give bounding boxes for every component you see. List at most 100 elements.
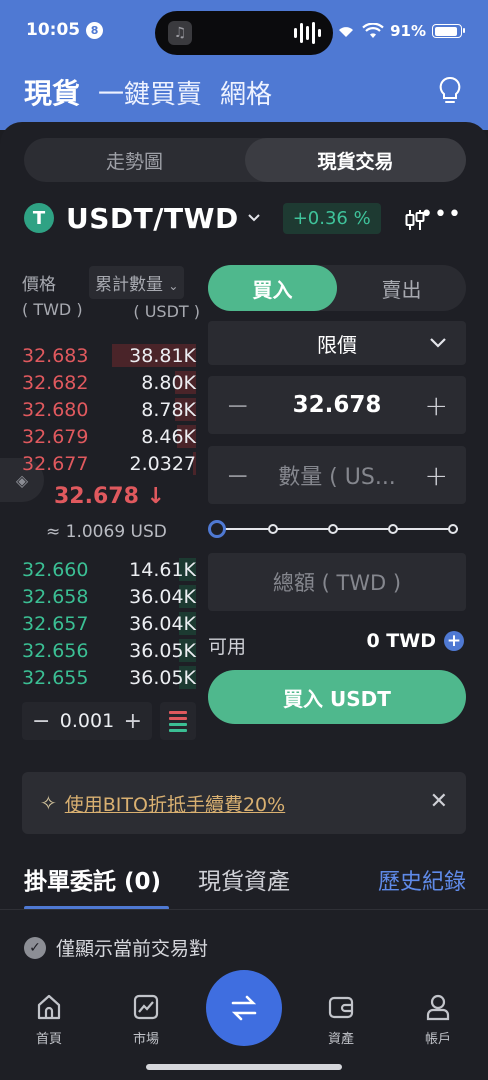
- pair-row: T USDT/TWD +0.36 % •••: [24, 200, 464, 236]
- last-price-usd: ≈ 1.0069 USD: [46, 522, 167, 542]
- swap-icon: [231, 995, 257, 1021]
- bid-row[interactable]: 32.657 36.04K: [22, 610, 196, 637]
- bottom-nav: 首頁 市場 資產 帳戶: [0, 970, 488, 1080]
- total-input[interactable]: 總額 ( TWD ): [208, 553, 466, 611]
- sell-tab[interactable]: 賣出: [337, 265, 466, 311]
- nav-account[interactable]: 帳戶: [408, 992, 468, 1047]
- order-type-select[interactable]: 限價: [208, 321, 466, 365]
- bid-price: 32.655: [22, 666, 89, 689]
- lightbulb-icon[interactable]: [438, 76, 462, 106]
- qty-col-unit: ( USDT ): [133, 302, 200, 321]
- promo-link[interactable]: 使用BITO折抵手續費20%: [65, 790, 285, 817]
- last-price: 32.678 ↓: [54, 484, 165, 509]
- slider-stop-50[interactable]: [328, 524, 338, 534]
- amount-slider[interactable]: [208, 520, 462, 538]
- bid-qty: 14.61K: [129, 558, 196, 581]
- available-label: 可用: [208, 636, 247, 658]
- tab-quick-trade[interactable]: 一鍵買賣: [98, 74, 202, 111]
- orders-tabs: 掛單委託 (0) 現貨資產 歷史紀錄: [24, 862, 466, 910]
- top-header: 10:05 8 ♫ 91% 現貨 一鍵買賣 網格: [0, 0, 488, 130]
- chevron-down-icon[interactable]: [247, 213, 261, 223]
- price-plus-button[interactable]: +: [425, 389, 448, 422]
- tab-spot-mode[interactable]: 現貨: [24, 72, 80, 112]
- tab-spot-trade[interactable]: 現貨交易: [245, 138, 466, 182]
- ask-row[interactable]: 32.677 2.0327: [22, 450, 196, 477]
- change-badge: +0.36 %: [282, 202, 381, 234]
- bid-row[interactable]: 32.655 36.05K: [22, 664, 196, 691]
- ask-price: 32.679: [22, 425, 89, 448]
- qty-placeholder[interactable]: 數量 ( US...: [278, 459, 396, 491]
- ask-row[interactable]: 32.680 8.78K: [22, 396, 196, 423]
- bid-price: 32.658: [22, 585, 89, 608]
- precision-minus-button[interactable]: −: [32, 709, 50, 734]
- qty-col-dropdown[interactable]: 累計數量 ⌄: [89, 266, 185, 299]
- tether-icon: T: [24, 203, 54, 233]
- nav-account-label: 帳戶: [424, 1032, 451, 1047]
- divider: [0, 909, 488, 910]
- status-indicators: 91%: [336, 22, 465, 40]
- bid-price: 32.660: [22, 558, 89, 581]
- main-panel: 走勢圖 現貨交易 T USDT/TWD +0.36 % ••• 價格 ( TWD…: [0, 122, 488, 1080]
- chevron-down-icon: [430, 338, 446, 348]
- deposit-plus-icon[interactable]: +: [444, 631, 464, 651]
- nav-market[interactable]: 市場: [116, 992, 176, 1047]
- sparkle-icon: ✧: [40, 791, 57, 815]
- dynamic-island: ♫: [155, 11, 333, 55]
- ask-price: 32.682: [22, 371, 89, 394]
- ask-qty: 8.78K: [141, 398, 196, 421]
- price-input[interactable]: − 32.678 +: [208, 376, 466, 434]
- ask-qty: 2.0327: [129, 452, 196, 475]
- tab-chart[interactable]: 走勢圖: [24, 138, 245, 182]
- qty-plus-button[interactable]: +: [425, 459, 448, 492]
- slider-stop-25[interactable]: [268, 524, 278, 534]
- bid-qty: 36.04K: [129, 585, 196, 608]
- ask-price: 32.683: [22, 344, 89, 367]
- price-value[interactable]: 32.678: [293, 392, 382, 418]
- slider-handle[interactable]: [208, 520, 226, 538]
- trade-fab[interactable]: [206, 970, 282, 1046]
- quantity-input[interactable]: − 數量 ( US... +: [208, 446, 466, 504]
- check-icon[interactable]: ✓: [24, 936, 46, 959]
- slider-stop-75[interactable]: [388, 524, 398, 534]
- view-segment: 走勢圖 現貨交易: [24, 138, 466, 182]
- only-current-label: 僅顯示當前交易對: [56, 938, 209, 960]
- signal-icon: [339, 27, 354, 37]
- bid-row[interactable]: 32.660 14.61K: [22, 556, 196, 583]
- pair-selector[interactable]: USDT/TWD: [66, 202, 239, 235]
- ask-row[interactable]: 32.679 8.46K: [22, 423, 196, 450]
- close-icon[interactable]: ✕: [430, 789, 448, 814]
- ask-row[interactable]: 32.683 38.81K: [22, 342, 196, 369]
- chevron-down-icon: ⌄: [168, 279, 179, 293]
- only-current-pair-toggle[interactable]: ✓ 僅顯示當前交易對: [24, 934, 208, 961]
- precision-value: 0.001: [59, 710, 115, 732]
- tab-grid[interactable]: 網格: [220, 74, 272, 111]
- bid-qty: 36.05K: [129, 639, 196, 662]
- ask-row[interactable]: 32.682 8.80K: [22, 369, 196, 396]
- price-col-label: 價格: [22, 275, 56, 295]
- nav-home[interactable]: 首頁: [19, 992, 79, 1047]
- ask-qty: 8.46K: [141, 425, 196, 448]
- more-icon[interactable]: •••: [420, 202, 462, 227]
- book-view-toggle[interactable]: [160, 702, 196, 740]
- buy-usdt-button[interactable]: 買入 USDT: [208, 670, 466, 724]
- tab-spot-assets[interactable]: 現貨資產: [198, 862, 290, 896]
- history-link[interactable]: 歷史紀錄: [378, 864, 466, 896]
- nav-assets-label: 資產: [327, 1032, 354, 1047]
- order-type-value: 限價: [317, 332, 357, 357]
- nav-assets[interactable]: 資產: [311, 992, 371, 1047]
- bid-row[interactable]: 32.658 36.04K: [22, 583, 196, 610]
- home-indicator: [146, 1064, 342, 1070]
- bid-row[interactable]: 32.656 36.05K: [22, 637, 196, 664]
- price-minus-button[interactable]: −: [226, 389, 249, 422]
- price-col-unit: ( TWD ): [22, 300, 83, 319]
- total-placeholder[interactable]: 總額 ( TWD ): [273, 567, 401, 597]
- bid-list: 32.660 14.61K 32.658 36.04K 32.657 36.04K 32.6…: [22, 556, 196, 691]
- buy-tab[interactable]: 買入: [208, 265, 337, 311]
- slider-stop-100[interactable]: [448, 524, 458, 534]
- precision-plus-button[interactable]: +: [124, 709, 142, 734]
- bid-price: 32.656: [22, 639, 89, 662]
- wifi-icon: [362, 23, 384, 38]
- tab-open-orders[interactable]: 掛單委託 (0): [24, 862, 161, 896]
- qty-minus-button[interactable]: −: [226, 459, 249, 492]
- ask-price: 32.677: [22, 452, 89, 475]
